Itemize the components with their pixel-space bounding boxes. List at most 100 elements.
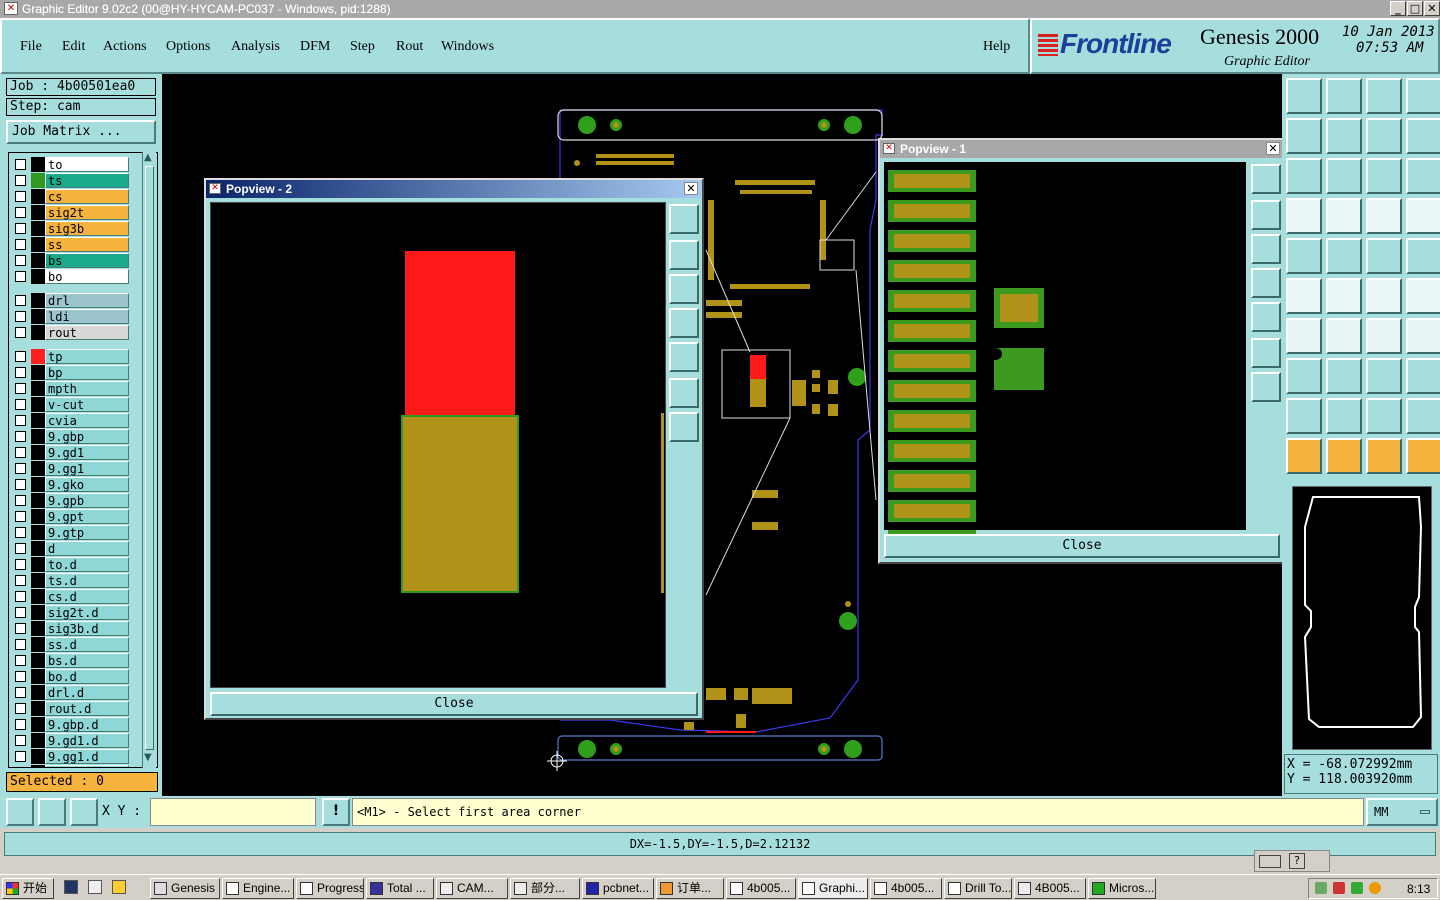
- import-icon[interactable]: [1286, 118, 1322, 154]
- select-net-icon[interactable]: [1406, 438, 1440, 474]
- layer-name[interactable]: v-cut: [45, 397, 129, 412]
- taskbar-button[interactable]: 4B005...: [1014, 878, 1086, 899]
- layer-name[interactable]: 9.gpt: [45, 509, 129, 524]
- tray-icon[interactable]: [1369, 882, 1381, 894]
- grid-mode-icon[interactable]: [70, 798, 98, 826]
- layer-checkbox[interactable]: [15, 207, 26, 218]
- layer-row[interactable]: bo.d: [9, 669, 129, 684]
- drill-icon[interactable]: [1406, 238, 1440, 274]
- layer-name[interactable]: 9.gtp: [45, 525, 129, 540]
- layer-checkbox[interactable]: [15, 767, 26, 768]
- layer-row[interactable]: ss.d: [9, 637, 129, 652]
- minus-icon[interactable]: [1326, 358, 1362, 394]
- layer-row[interactable]: 9.gtp: [9, 525, 129, 540]
- tray-icon[interactable]: [1315, 882, 1327, 894]
- layer-row[interactable]: to.d: [9, 557, 129, 572]
- layer-checkbox[interactable]: [15, 239, 26, 250]
- layer-checkbox[interactable]: [15, 527, 26, 538]
- line-red-icon[interactable]: [1286, 318, 1322, 354]
- layer-checkbox[interactable]: [15, 671, 26, 682]
- popview-1-close-button[interactable]: Close: [884, 534, 1280, 558]
- zoom-out-icon[interactable]: [669, 412, 699, 442]
- select-box-icon[interactable]: [1326, 438, 1362, 474]
- layer-name[interactable]: 9.gko: [45, 477, 129, 492]
- layer-name[interactable]: to: [45, 157, 129, 172]
- pan-up-icon[interactable]: [669, 240, 699, 270]
- layer-name[interactable]: bs.d: [45, 653, 129, 668]
- segment-icon[interactable]: [1366, 278, 1402, 314]
- feature-a-icon[interactable]: [1366, 198, 1402, 234]
- layer-name[interactable]: rout: [45, 325, 129, 340]
- layer-checkbox[interactable]: [15, 367, 26, 378]
- cross-icon[interactable]: [1326, 278, 1362, 314]
- popview-1-close-icon[interactable]: ✕: [1266, 142, 1280, 155]
- pan-down-icon[interactable]: [1251, 234, 1281, 264]
- layer-checkbox[interactable]: [15, 295, 26, 306]
- layer-name[interactable]: cvia: [45, 413, 129, 428]
- popview-2-canvas[interactable]: [210, 202, 666, 688]
- scroll-up-icon[interactable]: ▲: [144, 152, 152, 163]
- layer-name[interactable]: sig2t: [45, 205, 129, 220]
- menu-step[interactable]: Step: [350, 39, 375, 55]
- zoom-in-icon[interactable]: [1251, 338, 1281, 368]
- measure-mode-icon[interactable]: [38, 798, 66, 826]
- triangle-d-icon[interactable]: [1406, 398, 1440, 434]
- pan-left-icon[interactable]: [669, 308, 699, 338]
- layer-name[interactable]: ts: [45, 173, 129, 188]
- layer-name[interactable]: mpth: [45, 381, 129, 396]
- triangle-a-icon[interactable]: [1286, 398, 1322, 434]
- scale-icon[interactable]: [1366, 158, 1402, 194]
- layer-row[interactable]: cs: [9, 189, 129, 204]
- layer-row[interactable]: to: [9, 157, 129, 172]
- layer-checkbox[interactable]: [15, 351, 26, 362]
- menu-windows[interactable]: Windows: [441, 39, 494, 55]
- maximize-button[interactable]: □: [1407, 1, 1423, 16]
- layer-row[interactable]: 9.gpb: [9, 493, 129, 508]
- layer-row[interactable]: sig2t.d: [9, 605, 129, 620]
- layout-icon[interactable]: [1406, 78, 1440, 114]
- layer-name[interactable]: sig3b: [45, 221, 129, 236]
- layer-name[interactable]: 9.gko.d: [45, 765, 129, 767]
- layer-row[interactable]: v-cut: [9, 397, 129, 412]
- help-icon[interactable]: ?: [1289, 853, 1305, 869]
- layer-name[interactable]: sig2t.d: [45, 605, 129, 620]
- pan-down-icon[interactable]: [669, 274, 699, 304]
- layer-checkbox[interactable]: [15, 607, 26, 618]
- triangle-b-icon[interactable]: [1326, 398, 1362, 434]
- line-add-icon[interactable]: [1326, 238, 1362, 274]
- layer-checkbox[interactable]: [15, 543, 26, 554]
- line-blue-icon[interactable]: [1326, 318, 1362, 354]
- layer-name[interactable]: d: [45, 541, 129, 556]
- layer-name[interactable]: to.d: [45, 557, 129, 572]
- layer-row[interactable]: ldi: [9, 309, 129, 324]
- layer-name[interactable]: bp: [45, 365, 129, 380]
- layer-name[interactable]: 9.gg1: [45, 461, 129, 476]
- taskbar-button[interactable]: 订单...: [656, 878, 724, 899]
- width-icon[interactable]: [1366, 358, 1402, 394]
- layer-name[interactable]: 9.gbp: [45, 429, 129, 444]
- layer-row[interactable]: drl: [9, 293, 129, 308]
- quick-launch-icon[interactable]: [64, 880, 78, 894]
- layer-name[interactable]: bo: [45, 269, 129, 284]
- popview-2-close-icon[interactable]: ✕: [684, 182, 698, 195]
- select-icon[interactable]: [1286, 438, 1322, 474]
- home-icon[interactable]: [1366, 78, 1402, 114]
- pan-left-icon[interactable]: [1251, 268, 1281, 298]
- pan-right-icon[interactable]: [1251, 302, 1281, 332]
- layer-name[interactable]: ts.d: [45, 573, 129, 588]
- pan-right-icon[interactable]: [669, 342, 699, 372]
- layer-row[interactable]: 9.gko: [9, 477, 129, 492]
- layer-name[interactable]: tp: [45, 349, 129, 364]
- taskbar-button[interactable]: 4b005...: [726, 878, 796, 899]
- segment-b-icon[interactable]: [1406, 278, 1440, 314]
- undo-icon[interactable]: [1366, 118, 1402, 154]
- layer-name[interactable]: ldi: [45, 309, 129, 324]
- zoom-home-icon[interactable]: [669, 204, 699, 234]
- popview-2-titlebar[interactable]: ✕ Popview - 2 ✕: [206, 180, 702, 198]
- layer-checkbox[interactable]: [15, 175, 26, 186]
- info-button[interactable]: !: [322, 798, 350, 826]
- layer-checkbox[interactable]: [15, 415, 26, 426]
- menu-options[interactable]: Options: [166, 39, 210, 55]
- layer-checkbox[interactable]: [15, 223, 26, 234]
- layer-checkbox[interactable]: [15, 575, 26, 586]
